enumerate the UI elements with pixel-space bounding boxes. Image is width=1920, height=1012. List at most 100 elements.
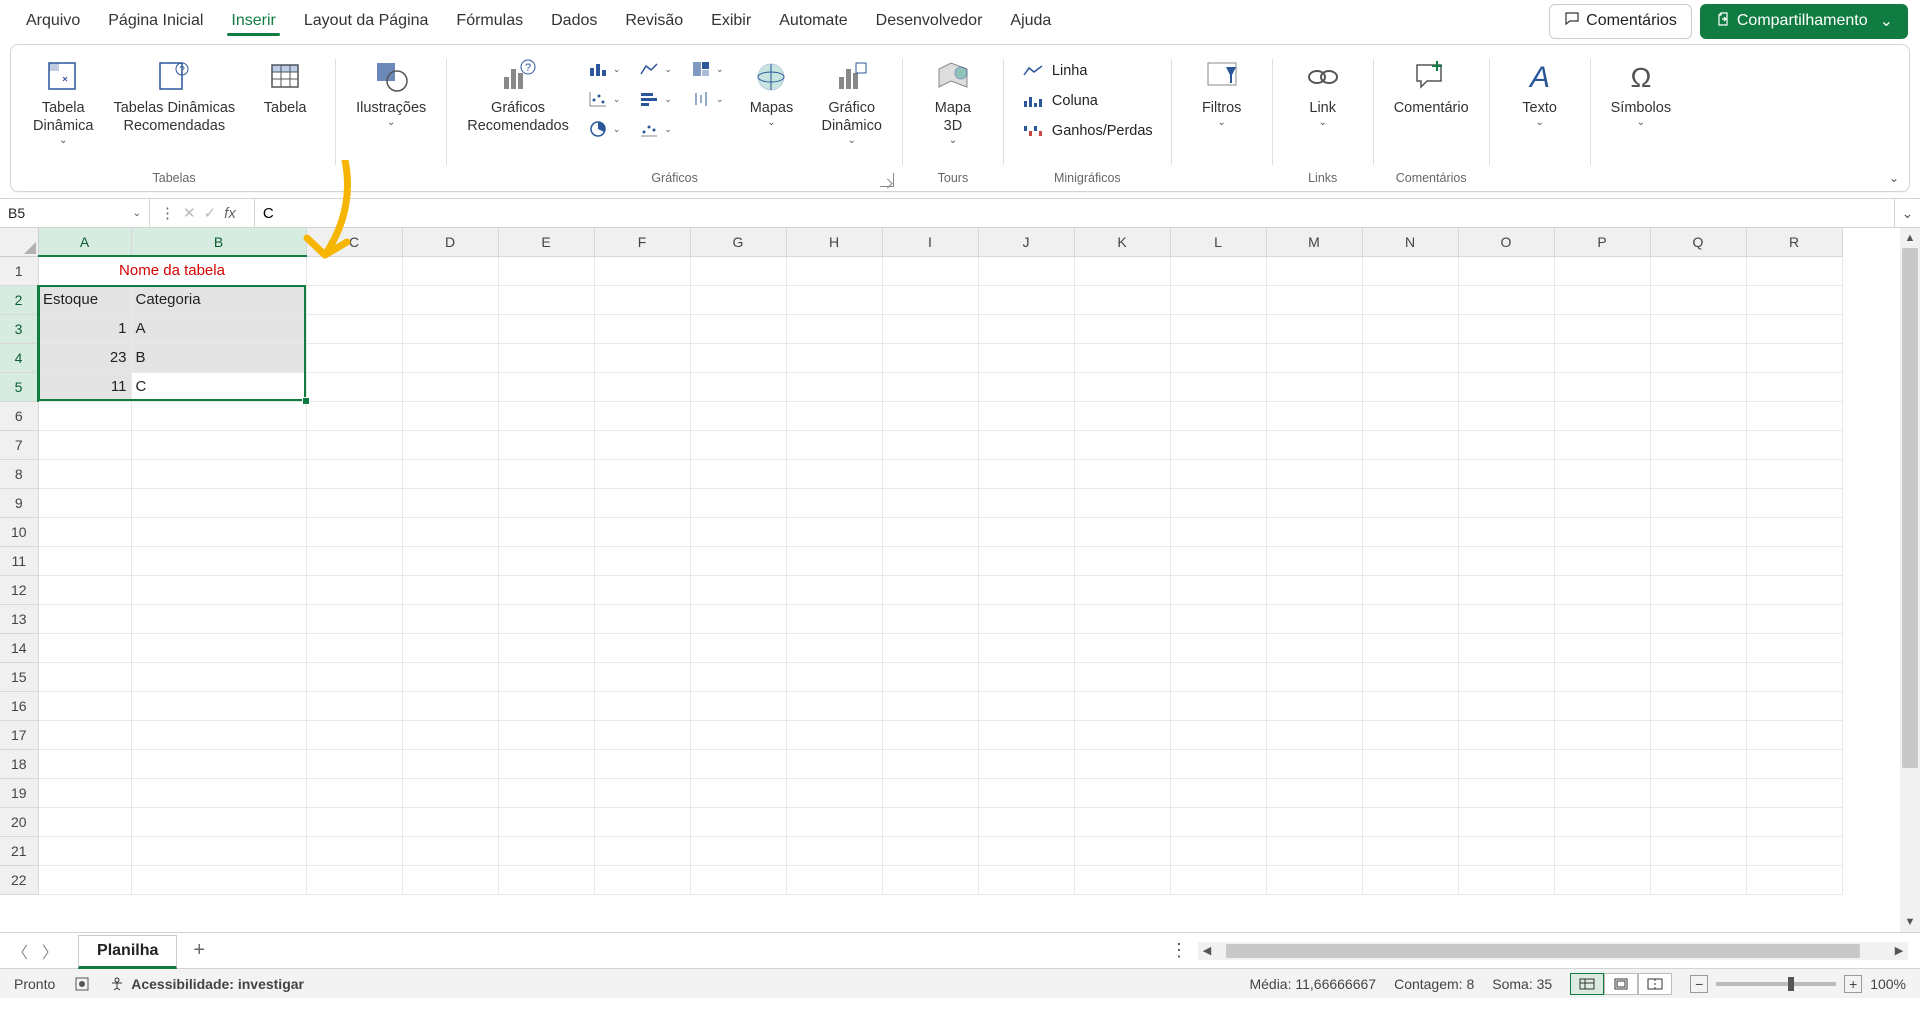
cell[interactable]	[1074, 633, 1170, 662]
accessibility-button[interactable]: Acessibilidade: investigar	[109, 976, 304, 992]
cell[interactable]	[1554, 314, 1650, 343]
column-header[interactable]: Q	[1650, 228, 1746, 256]
cell[interactable]	[1170, 343, 1266, 372]
row-header[interactable]: 22	[0, 865, 38, 894]
cell[interactable]	[1554, 865, 1650, 894]
cell[interactable]	[38, 749, 131, 778]
cell[interactable]	[402, 720, 498, 749]
cell[interactable]	[1746, 807, 1842, 836]
cell[interactable]	[306, 343, 402, 372]
cell[interactable]	[690, 633, 786, 662]
cell[interactable]	[1362, 836, 1458, 865]
cell[interactable]	[1170, 691, 1266, 720]
cell[interactable]	[690, 546, 786, 575]
row-header[interactable]: 5	[0, 372, 38, 401]
cell[interactable]	[1266, 720, 1362, 749]
cell[interactable]	[1746, 401, 1842, 430]
more-icon[interactable]: ⋮	[160, 204, 175, 222]
cell[interactable]	[1650, 430, 1746, 459]
cell[interactable]	[131, 604, 306, 633]
cell[interactable]	[1266, 285, 1362, 314]
cell[interactable]	[498, 459, 594, 488]
cell[interactable]	[1170, 633, 1266, 662]
cell[interactable]	[1650, 807, 1746, 836]
cell[interactable]	[882, 836, 978, 865]
cell[interactable]	[690, 314, 786, 343]
macro-record-icon[interactable]	[73, 975, 91, 993]
cell[interactable]	[1266, 343, 1362, 372]
cell[interactable]	[594, 488, 690, 517]
view-normal-button[interactable]	[1570, 973, 1604, 995]
cell[interactable]	[1362, 488, 1458, 517]
cell[interactable]	[402, 575, 498, 604]
cell[interactable]	[1170, 459, 1266, 488]
cell[interactable]: A	[131, 314, 306, 343]
cell[interactable]	[1362, 401, 1458, 430]
recommended-pivot-button[interactable]: ? Tabelas Dinâmicas Recomendadas	[107, 53, 241, 139]
row-header[interactable]: 13	[0, 604, 38, 633]
cell[interactable]	[498, 604, 594, 633]
cell[interactable]	[882, 633, 978, 662]
cell[interactable]	[882, 314, 978, 343]
cell[interactable]	[1266, 633, 1362, 662]
scroll-up-button[interactable]: ▲	[1900, 228, 1920, 248]
cell[interactable]	[402, 749, 498, 778]
cell[interactable]	[131, 720, 306, 749]
cell[interactable]	[1074, 343, 1170, 372]
cell[interactable]	[978, 430, 1074, 459]
cell[interactable]	[131, 662, 306, 691]
cell[interactable]	[690, 778, 786, 807]
cell[interactable]	[1458, 662, 1554, 691]
cell[interactable]	[690, 720, 786, 749]
cell[interactable]	[690, 285, 786, 314]
cell[interactable]	[38, 778, 131, 807]
cell[interactable]	[786, 865, 882, 894]
cell[interactable]	[1266, 314, 1362, 343]
cell[interactable]	[1074, 807, 1170, 836]
cell[interactable]	[594, 372, 690, 401]
cell[interactable]	[1362, 749, 1458, 778]
cell[interactable]	[1746, 575, 1842, 604]
cell[interactable]	[402, 691, 498, 720]
menu-tab-inserir[interactable]: Inserir	[217, 4, 289, 38]
cell[interactable]	[306, 546, 402, 575]
cell[interactable]	[1650, 488, 1746, 517]
bar-chart-button[interactable]: ⌄	[634, 87, 676, 111]
menu-tab-automate[interactable]: Automate	[765, 4, 861, 38]
menu-tab-pagina-inicial[interactable]: Página Inicial	[94, 4, 217, 38]
cell[interactable]	[1074, 314, 1170, 343]
cell[interactable]	[402, 633, 498, 662]
cell[interactable]	[1554, 807, 1650, 836]
cell[interactable]	[594, 749, 690, 778]
menu-tab-revisao[interactable]: Revisão	[611, 4, 697, 38]
cell[interactable]	[1746, 865, 1842, 894]
cell[interactable]	[306, 430, 402, 459]
cell[interactable]	[786, 256, 882, 285]
cell[interactable]	[786, 459, 882, 488]
cell[interactable]	[1746, 430, 1842, 459]
cell[interactable]	[498, 633, 594, 662]
cell[interactable]	[306, 314, 402, 343]
cell[interactable]	[498, 430, 594, 459]
cell[interactable]	[1170, 720, 1266, 749]
cell[interactable]	[1170, 865, 1266, 894]
cell[interactable]	[1554, 430, 1650, 459]
cell[interactable]	[1650, 633, 1746, 662]
column-header[interactable]: A	[38, 228, 131, 256]
cell[interactable]	[1746, 372, 1842, 401]
cell[interactable]	[1074, 372, 1170, 401]
cell[interactable]	[1746, 749, 1842, 778]
cell[interactable]	[1746, 343, 1842, 372]
cell[interactable]	[882, 749, 978, 778]
sheet-tab[interactable]: Planilha	[78, 935, 177, 969]
cell[interactable]	[498, 546, 594, 575]
cell[interactable]	[1362, 575, 1458, 604]
tab-options-button[interactable]: ⋮	[1170, 940, 1188, 961]
cell[interactable]: 11	[38, 372, 131, 401]
cell[interactable]	[1746, 314, 1842, 343]
cell[interactable]	[882, 372, 978, 401]
column-header[interactable]: C	[306, 228, 402, 256]
menu-tab-layout[interactable]: Layout da Página	[290, 4, 443, 38]
cell[interactable]	[38, 488, 131, 517]
cell[interactable]	[402, 836, 498, 865]
